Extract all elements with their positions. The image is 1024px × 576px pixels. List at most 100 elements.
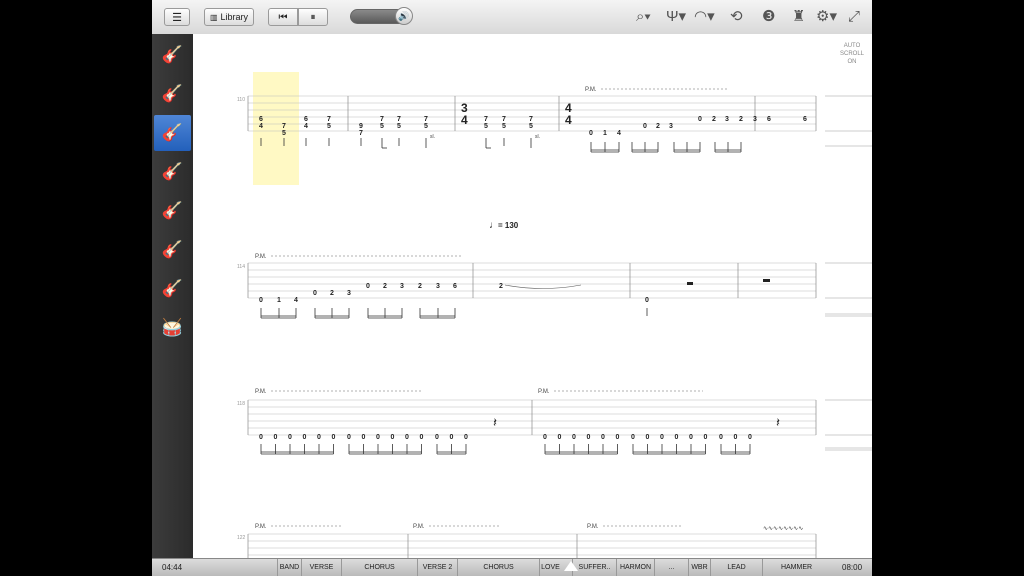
track-drums[interactable]: 🥁 — [154, 310, 191, 346]
section-marker[interactable]: ... — [654, 559, 688, 576]
system-2-notes: 0 1 4 0 2 3 0 2 3 2 3 6 2 0 — [259, 283, 649, 304]
guitar-icon: 🎸 — [161, 45, 184, 64]
svg-text:0: 0 — [589, 130, 593, 137]
palm-mute-label: P.M. — [255, 389, 267, 395]
system-1-notes: 64 75 64 75 97 75 75 75 75 75 75 014 023… — [259, 116, 807, 137]
auto-scroll-label: AUTO — [843, 43, 861, 49]
tuning-fork-icon[interactable]: Ψ▾ — [666, 7, 686, 27]
svg-text:3: 3 — [725, 116, 729, 123]
section-marker[interactable]: CHORUS — [341, 559, 417, 576]
svg-text:1: 1 — [603, 130, 607, 137]
tab-note: 0 — [405, 434, 409, 441]
settings-icon[interactable]: ⚙▾ — [816, 7, 837, 27]
svg-text:6: 6 — [259, 116, 263, 123]
tab-note: 0 — [464, 434, 468, 441]
track-guitar-1[interactable]: 🎸 — [154, 37, 191, 73]
playhead-marker[interactable] — [564, 561, 578, 571]
system-4 — [247, 533, 817, 558]
total-time: 08:00 — [842, 563, 863, 572]
volume-slider[interactable]: 🔊 — [350, 7, 413, 25]
track-guitar-4[interactable]: 🎸 — [154, 154, 191, 190]
tab-note: 0 — [543, 434, 547, 441]
metronome-icon[interactable]: ♜ — [792, 7, 805, 27]
section-marker[interactable]: WBR — [688, 559, 710, 576]
tab-note: 0 — [347, 434, 351, 441]
section-marker[interactable]: LEAD — [710, 559, 762, 576]
auto-scroll-toggle[interactable]: AUTO SCROLL ON — [840, 42, 864, 66]
section-marker[interactable]: VERSE 2 — [417, 559, 457, 576]
tie-curve — [504, 284, 582, 289]
tab-note: 0 — [748, 434, 752, 441]
section-marker[interactable]: HARMON — [616, 559, 654, 576]
svg-text:7: 7 — [282, 123, 286, 130]
speedometer-icon[interactable]: ◠▾ — [694, 7, 715, 27]
pause-button[interactable]: ⏸ — [298, 8, 328, 26]
quarter-rest: 𝄽 — [493, 415, 497, 430]
measure-number: 114 — [237, 264, 245, 270]
next-page-preview-1 — [825, 95, 872, 147]
track-guitar-7[interactable]: 🎸 — [154, 271, 191, 307]
svg-text:5: 5 — [502, 123, 506, 130]
guitar-icon: 🎸 — [161, 84, 184, 103]
speaker-icon[interactable]: 🔊 — [395, 7, 413, 25]
svg-text:0: 0 — [366, 283, 370, 290]
tab-note: 0 — [450, 434, 454, 441]
svg-text:2: 2 — [739, 116, 743, 123]
tab-note: 0 — [259, 434, 263, 441]
section-marker[interactable]: CHORUS — [457, 559, 539, 576]
track-guitar-3-selected[interactable]: 🎸 — [154, 115, 191, 151]
slide-label: sl. — [430, 134, 435, 140]
track-guitar-5[interactable]: 🎸 — [154, 193, 191, 229]
svg-text:0: 0 — [643, 123, 647, 130]
guitar-pro-app: ☰ ▥ Library ⏮ ⏸ 🔊 ⌕▾ Ψ▾ ◠▾ ⟲ ❸ ♜ ⚙▾ ⤢ 🎸 … — [152, 0, 872, 576]
search-icon[interactable]: ⌕▾ — [636, 7, 651, 27]
svg-text:0: 0 — [259, 297, 263, 304]
tablature-score[interactable]: AUTO SCROLL ON 110 64 75 6 4 7 5 9 7 7 5… — [193, 34, 872, 558]
next-page-preview-3 — [825, 399, 872, 451]
svg-text:0: 0 — [313, 290, 317, 297]
tab-note: 0 — [288, 434, 292, 441]
section-marker[interactable]: LOVE — [539, 559, 561, 576]
song-timeline-bar[interactable]: 04:44 BAND VERSE CHORUS VERSE 2 CHORUS LOVE SU… — [152, 558, 872, 576]
tab-note: 0 — [558, 434, 562, 441]
current-time: 04:44 — [162, 563, 183, 572]
time-signatures: 34 44 — [461, 101, 572, 127]
tab-note: 0 — [704, 434, 708, 441]
svg-text:3: 3 — [436, 283, 440, 290]
library-button[interactable]: ▥ Library — [204, 8, 254, 26]
countdown-icon[interactable]: ❸ — [762, 7, 775, 27]
fullscreen-icon[interactable]: ⤢ — [848, 7, 860, 27]
tab-note: 0 — [435, 434, 439, 441]
svg-text:6: 6 — [803, 116, 807, 123]
library-icon: ▥ — [209, 12, 218, 22]
tab-note: 0 — [719, 434, 723, 441]
system-3-stems — [260, 444, 751, 455]
rewind-button[interactable]: ⏮ — [268, 8, 298, 26]
svg-text:3: 3 — [669, 123, 673, 130]
guitar-icon: 🎸 — [161, 162, 184, 181]
loop-icon[interactable]: ⟲ — [730, 7, 743, 27]
list-icon: ☰ — [172, 11, 182, 24]
palm-mute-label: P.M. — [255, 524, 267, 530]
tab-note: 0 — [660, 434, 664, 441]
library-label: Library — [220, 12, 249, 22]
track-guitar-6[interactable]: 🎸 — [154, 232, 191, 268]
track-guitar-2[interactable]: 🎸 — [154, 76, 191, 112]
section-marker[interactable]: VERSE — [301, 559, 341, 576]
track-list-button[interactable]: ☰ — [164, 8, 190, 26]
tab-note: 0 — [616, 434, 620, 441]
svg-text:3: 3 — [753, 116, 757, 123]
svg-text:5: 5 — [529, 123, 533, 130]
guitar-icon: 🎸 — [161, 240, 184, 259]
tab-note: 0 — [332, 434, 336, 441]
svg-text:4: 4 — [304, 123, 308, 130]
section-marker[interactable]: BAND — [277, 559, 301, 576]
svg-text:5: 5 — [397, 123, 401, 130]
svg-text:7: 7 — [529, 116, 533, 123]
section-marker[interactable]: SUFFER.. — [572, 559, 616, 576]
svg-text:3: 3 — [400, 283, 404, 290]
tab-note: 0 — [587, 434, 591, 441]
svg-text:2: 2 — [656, 123, 660, 130]
svg-text:5: 5 — [484, 123, 488, 130]
section-marker[interactable]: HAMMER — [762, 559, 830, 576]
